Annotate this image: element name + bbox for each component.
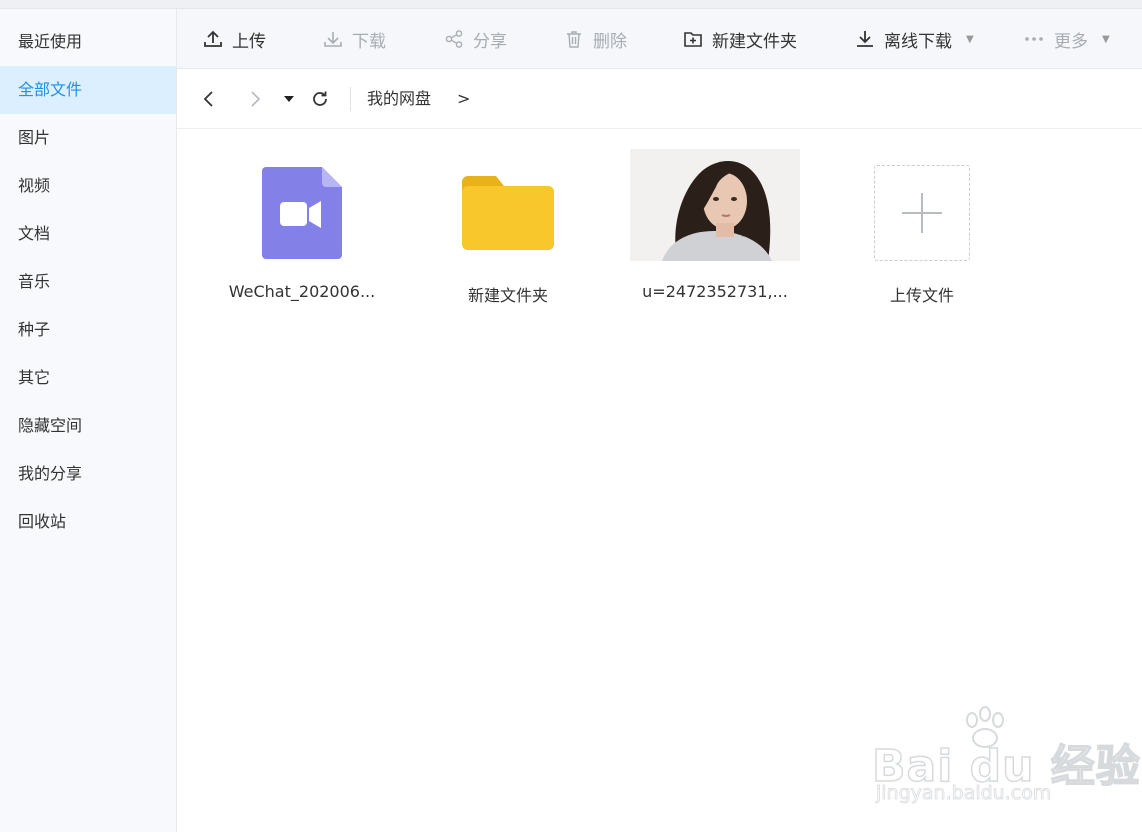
sidebar-item-images[interactable]: 图片 <box>0 114 176 162</box>
breadcrumb-my-netdisk[interactable]: 我的网盘 <box>367 69 431 129</box>
more-button[interactable]: 更多 ▼ <box>1023 9 1110 69</box>
sidebar-item-recycle-bin[interactable]: 回收站 <box>0 498 176 546</box>
breadcrumb-arrow: > <box>457 89 471 108</box>
file-name: u=2472352731,... <box>642 282 788 301</box>
sidebar-item-all-files[interactable]: 全部文件 <box>0 66 176 114</box>
file-item-folder[interactable]: 新建文件夹 <box>423 150 593 320</box>
file-name: 上传文件 <box>889 286 954 305</box>
upload-drop-box[interactable] <box>874 164 970 261</box>
new-folder-button[interactable]: 新建文件夹 <box>683 9 797 69</box>
sidebar-item-my-shares[interactable]: 我的分享 <box>0 450 176 498</box>
upload-file-tile[interactable]: 上传文件 <box>837 150 1007 320</box>
back-button[interactable] <box>199 87 219 111</box>
upload-button[interactable]: 上传 <box>203 9 266 69</box>
trash-icon <box>567 31 581 48</box>
offline-download-label: 离线下载 <box>884 31 952 52</box>
more-caret-icon[interactable]: ▼ <box>1102 34 1110 45</box>
share-label: 分享 <box>473 31 507 52</box>
video-file-icon <box>262 166 342 259</box>
caret-down-icon <box>284 96 294 102</box>
download-icon <box>324 32 342 47</box>
file-name: 新建文件夹 <box>467 286 548 305</box>
share-button[interactable]: 分享 <box>444 9 507 69</box>
chevron-right-icon <box>251 91 261 107</box>
share-icon <box>445 30 463 48</box>
sidebar-item-other[interactable]: 其它 <box>0 354 176 402</box>
upload-label: 上传 <box>232 31 266 52</box>
more-label: 更多 <box>1054 31 1088 52</box>
window-top-strip <box>0 0 1142 9</box>
baidu-jingyan-watermark: Bai du 经验 jingyan.baidu.com <box>871 706 1141 816</box>
download-button[interactable]: 下载 <box>323 9 386 69</box>
sidebar-item-recent[interactable]: 最近使用 <box>0 18 176 66</box>
refresh-icon <box>313 91 327 106</box>
download-label: 下载 <box>352 31 386 52</box>
sidebar: 最近使用 全部文件 图片 视频 文档 音乐 种子 其它 隐藏空间 我的分享 回收… <box>0 9 177 832</box>
watermark-url: jingyan.baidu.com <box>876 782 1052 805</box>
sidebar-item-hidden-space[interactable]: 隐藏空间 <box>0 402 176 450</box>
plus-icon <box>902 192 942 233</box>
history-dropdown-button[interactable] <box>281 87 297 111</box>
navigation-bar: 我的网盘 > <box>177 69 1142 129</box>
offline-download-caret-icon[interactable]: ▼ <box>966 34 974 45</box>
delete-label: 删除 <box>593 31 627 52</box>
chevron-left-icon <box>203 91 213 107</box>
forward-button[interactable] <box>245 87 265 111</box>
file-item-image[interactable]: u=2472352731,... <box>630 148 800 320</box>
file-thumb <box>217 150 387 275</box>
sidebar-item-torrents[interactable]: 种子 <box>0 306 176 354</box>
file-thumb <box>630 148 800 275</box>
folder-icon <box>462 175 554 250</box>
file-item-video[interactable]: WeChat_202006... <box>217 150 387 320</box>
file-thumb <box>423 150 593 275</box>
new-folder-label: 新建文件夹 <box>712 31 797 52</box>
sidebar-item-music[interactable]: 音乐 <box>0 258 176 306</box>
file-name: WeChat_202006... <box>228 282 376 301</box>
offline-download-icon <box>857 31 873 47</box>
delete-button[interactable]: 删除 <box>564 9 627 69</box>
sidebar-item-videos[interactable]: 视频 <box>0 162 176 210</box>
sidebar-item-documents[interactable]: 文档 <box>0 210 176 258</box>
more-dots-icon <box>1025 37 1043 41</box>
new-folder-icon <box>684 32 702 47</box>
photo-thumbnail <box>630 148 800 261</box>
upload-icon <box>204 30 222 47</box>
nav-separator <box>350 87 351 111</box>
refresh-button[interactable] <box>309 87 331 111</box>
toolbar: 上传 下载 分享 删除 新建文件夹 离线下载 ▼ 更多 ▼ <box>177 9 1142 69</box>
file-thumb <box>837 150 1007 275</box>
offline-download-button[interactable]: 离线下载 ▼ <box>855 9 974 69</box>
